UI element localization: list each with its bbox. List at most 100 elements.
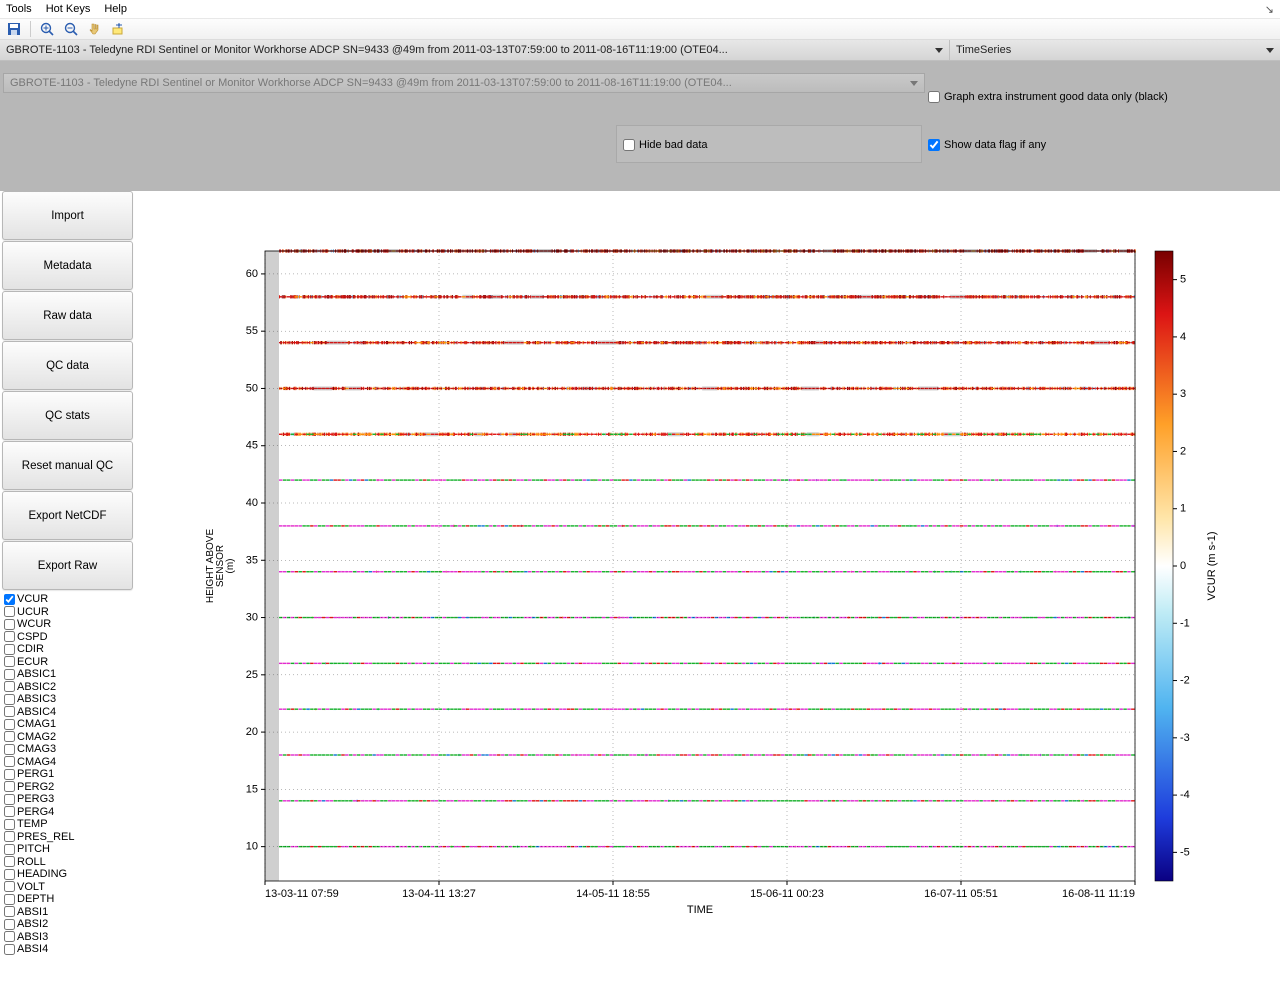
var-ucur[interactable]: UCUR [4,606,131,619]
import-button[interactable]: Import [2,191,133,240]
left-panel: ImportMetadataRaw dataQC dataQC statsRes… [0,191,135,1000]
var-vcur[interactable]: VCUR [4,593,131,606]
var-absic1-label: ABSIC1 [17,668,56,681]
var-absi1-label: ABSI1 [17,906,48,919]
var-temp-checkbox[interactable] [4,819,15,830]
menu-help[interactable]: Help [104,3,127,15]
var-cmag1-label: CMAG1 [17,718,56,731]
opt-show-flag[interactable]: Show data flag if any [928,139,1046,151]
var-wcur-checkbox[interactable] [4,619,15,630]
zoom-in-icon[interactable] [39,21,55,37]
var-absi4[interactable]: ABSI4 [4,943,131,956]
var-perg1[interactable]: PERG1 [4,768,131,781]
var-absi1[interactable]: ABSI1 [4,906,131,919]
var-absic2-checkbox[interactable] [4,681,15,692]
var-perg4[interactable]: PERG4 [4,806,131,819]
view-selector-label: TimeSeries [956,44,1011,56]
dataset-selector-label: GBROTE-1103 - Teledyne RDI Sentinel or M… [6,44,728,56]
var-absi3[interactable]: ABSI3 [4,931,131,944]
opt-hide-bad-checkbox[interactable] [623,139,635,151]
var-depth[interactable]: DEPTH [4,893,131,906]
var-absi4-checkbox[interactable] [4,944,15,955]
var-absic3-checkbox[interactable] [4,694,15,705]
var-absi1-checkbox[interactable] [4,906,15,917]
var-absi3-checkbox[interactable] [4,931,15,942]
var-cspd-label: CSPD [17,631,48,644]
var-cmag4-checkbox[interactable] [4,756,15,767]
var-pitch-checkbox[interactable] [4,844,15,855]
var-absic2[interactable]: ABSIC2 [4,681,131,694]
var-cmag4[interactable]: CMAG4 [4,756,131,769]
var-ecur[interactable]: ECUR [4,656,131,669]
var-perg4-checkbox[interactable] [4,806,15,817]
reset-manual-qc-button[interactable]: Reset manual QC [2,441,133,490]
var-perg3-checkbox[interactable] [4,794,15,805]
opt-graph-extra[interactable]: Graph extra instrument good data only (b… [928,91,1168,103]
var-absi2[interactable]: ABSI2 [4,918,131,931]
var-ucur-checkbox[interactable] [4,606,15,617]
export-raw-button[interactable]: Export Raw [2,541,133,590]
var-cmag2[interactable]: CMAG2 [4,731,131,744]
var-perg2-label: PERG2 [17,781,54,794]
var-cdir[interactable]: CDIR [4,643,131,656]
var-cmag3[interactable]: CMAG3 [4,743,131,756]
plot-area[interactable]: 101520253035404550556013-03-11 07:5913-0… [135,191,1280,1000]
data-cursor-icon[interactable] [111,21,127,37]
var-pres_rel[interactable]: PRES_REL [4,831,131,844]
metadata-button[interactable]: Metadata [2,241,133,290]
opt-graph-extra-checkbox[interactable] [928,91,940,103]
var-absic1-checkbox[interactable] [4,669,15,680]
pan-icon[interactable] [87,21,103,37]
opt-hide-bad[interactable]: Hide bad data [623,139,708,151]
var-cdir-checkbox[interactable] [4,644,15,655]
var-perg2-checkbox[interactable] [4,781,15,792]
var-ecur-label: ECUR [17,656,48,669]
var-cspd[interactable]: CSPD [4,631,131,644]
menu-hotkeys[interactable]: Hot Keys [46,3,91,15]
dataset-selector[interactable]: GBROTE-1103 - Teledyne RDI Sentinel or M… [0,40,950,60]
var-roll-checkbox[interactable] [4,856,15,867]
var-volt-checkbox[interactable] [4,881,15,892]
var-pres_rel-checkbox[interactable] [4,831,15,842]
var-heading-checkbox[interactable] [4,869,15,880]
var-perg4-label: PERG4 [17,806,54,819]
var-absic3[interactable]: ABSIC3 [4,693,131,706]
var-ucur-label: UCUR [17,606,49,619]
qc-stats-button[interactable]: QC stats [2,391,133,440]
var-perg1-checkbox[interactable] [4,769,15,780]
var-absic4-checkbox[interactable] [4,706,15,717]
var-cspd-checkbox[interactable] [4,631,15,642]
save-icon[interactable] [6,21,22,37]
var-vcur-checkbox[interactable] [4,594,15,605]
dock-icon[interactable]: ↘ [1265,3,1274,16]
var-absic4[interactable]: ABSIC4 [4,706,131,719]
var-perg2[interactable]: PERG2 [4,781,131,794]
var-wcur[interactable]: WCUR [4,618,131,631]
var-temp-label: TEMP [17,818,48,831]
view-selector[interactable]: TimeSeries [950,40,1280,60]
var-cmag3-checkbox[interactable] [4,744,15,755]
var-pitch[interactable]: PITCH [4,843,131,856]
selector-bar: GBROTE-1103 - Teledyne RDI Sentinel or M… [0,40,1280,61]
var-absi2-checkbox[interactable] [4,919,15,930]
extra-dataset-selector[interactable]: GBROTE-1103 - Teledyne RDI Sentinel or M… [3,73,925,93]
menu-tools[interactable]: Tools [6,3,32,15]
var-roll[interactable]: ROLL [4,856,131,869]
var-ecur-checkbox[interactable] [4,656,15,667]
var-cmag1[interactable]: CMAG1 [4,718,131,731]
var-perg3[interactable]: PERG3 [4,793,131,806]
zoom-out-icon[interactable] [63,21,79,37]
raw-data-button[interactable]: Raw data [2,291,133,340]
var-perg3-label: PERG3 [17,793,54,806]
export-netcdf-button[interactable]: Export NetCDF [2,491,133,540]
var-cmag2-checkbox[interactable] [4,731,15,742]
qc-data-button[interactable]: QC data [2,341,133,390]
var-heading[interactable]: HEADING [4,868,131,881]
opt-show-flag-checkbox[interactable] [928,139,940,151]
var-volt[interactable]: VOLT [4,881,131,894]
var-cmag1-checkbox[interactable] [4,719,15,730]
var-depth-checkbox[interactable] [4,894,15,905]
var-temp[interactable]: TEMP [4,818,131,831]
var-absic1[interactable]: ABSIC1 [4,668,131,681]
var-cmag4-label: CMAG4 [17,756,56,769]
